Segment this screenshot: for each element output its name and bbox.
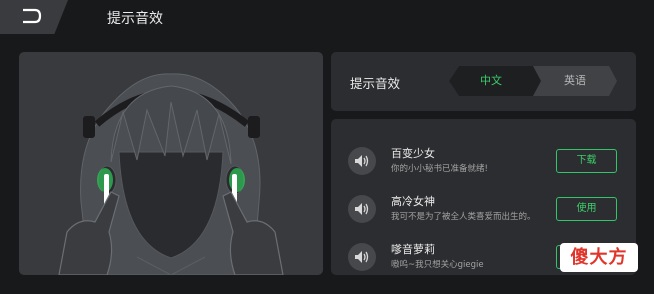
- language-label: 提示音效: [350, 76, 401, 91]
- sound-description: 我可不是为了被全人类喜爱而出生的。: [391, 212, 536, 222]
- sound-name: 高冷女神: [391, 195, 435, 208]
- girl-with-earbuds-illustration: [58, 73, 284, 275]
- sound-description: 嗷呜~我只想关心giegie: [391, 260, 484, 270]
- language-option-chinese[interactable]: 中文: [449, 66, 533, 96]
- sound-item: 高冷女神 我可不是为了被全人类喜爱而出生的。 使用: [331, 187, 636, 231]
- header-bar: 提示音效: [0, 0, 654, 36]
- back-button[interactable]: [0, 0, 68, 34]
- use-button[interactable]: 使用: [556, 197, 617, 221]
- sound-name: 嗲音萝莉: [391, 243, 435, 256]
- speaker-icon: [355, 203, 369, 215]
- language-toggle: 中文 英语: [449, 66, 617, 96]
- language-panel: 提示音效 中文 英语: [331, 52, 636, 111]
- page-title: 提示音效: [107, 11, 163, 27]
- sound-item: 百变少女 你的小小秘书已准备就绪! 下载: [331, 139, 636, 183]
- sound-description: 你的小小秘书已准备就绪!: [391, 164, 488, 174]
- download-button[interactable]: 下载: [556, 149, 617, 173]
- speaker-icon: [355, 251, 369, 263]
- speaker-icon: [355, 155, 369, 167]
- back-arrow-icon: [23, 8, 42, 24]
- watermark-logo: 傻大方: [560, 243, 638, 272]
- language-option-english[interactable]: 英语: [533, 66, 617, 96]
- speaker-button[interactable]: [348, 195, 376, 223]
- speaker-button[interactable]: [348, 243, 376, 271]
- earbuds-illustration: [19, 52, 323, 275]
- speaker-button[interactable]: [348, 147, 376, 175]
- sound-name: 百变少女: [391, 147, 435, 160]
